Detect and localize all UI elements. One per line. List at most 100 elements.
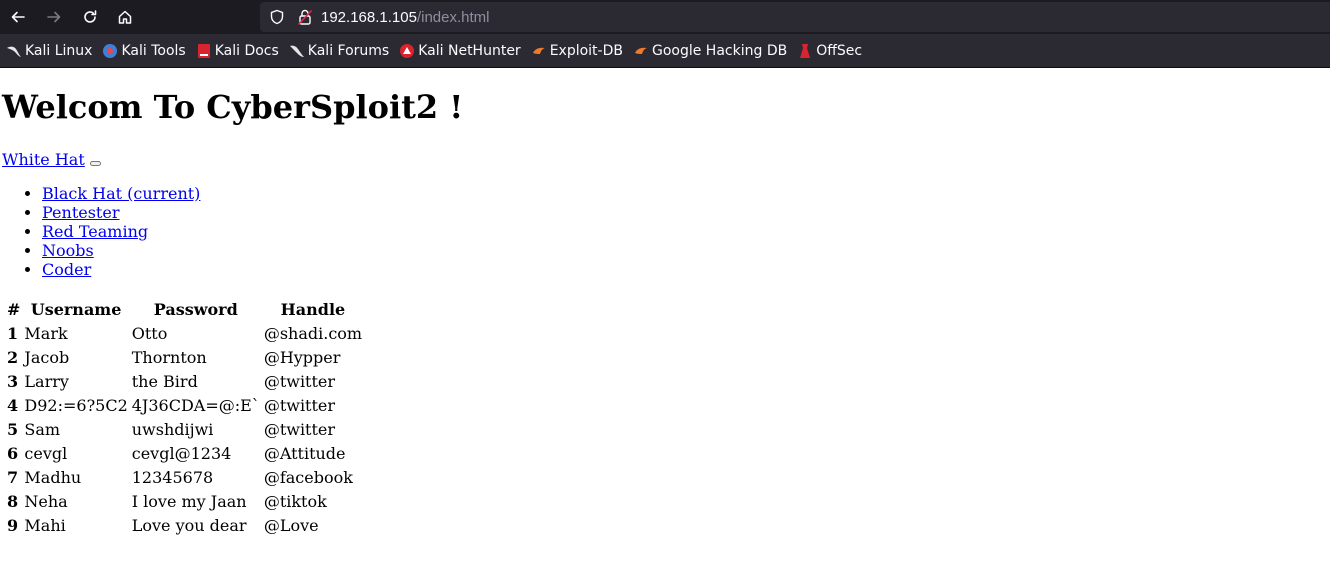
table-row: 7 Madhu 12345678 @facebook (6, 467, 363, 489)
insecure-lock-icon[interactable] (297, 8, 313, 26)
row-username: D92:=6?5C2 (24, 396, 128, 415)
back-button[interactable] (4, 3, 32, 31)
nethunter-icon (400, 43, 415, 58)
table-row: 9 Mahi Love you dear @Love (6, 515, 363, 537)
users-table: # Username Password Handle 1 Mark Otto @… (4, 297, 365, 539)
bookmark-label: Exploit-DB (549, 42, 623, 59)
table-row: 3 Larry the Bird @twitter (6, 371, 363, 393)
row-username: Mark (24, 324, 68, 343)
row-index: 5 (7, 420, 19, 439)
table-row: 5 Sam uwshdijwi @twitter (6, 419, 363, 441)
bookmark-kali-linux[interactable]: Kali Linux (6, 43, 92, 59)
url-text[interactable]: 192.168.1.105/index.html (321, 9, 489, 26)
url-path: /index.html (416, 8, 490, 26)
row-handle: @facebook (263, 468, 353, 487)
kali-docs-icon (197, 43, 210, 58)
row-index: 8 (7, 492, 19, 511)
row-handle: @Love (263, 516, 319, 535)
row-index: 6 (7, 444, 19, 463)
bookmark-exploit-db[interactable]: Exploit-DB (531, 43, 623, 59)
bookmark-label: OffSec (816, 42, 863, 59)
header-handle: Handle (280, 300, 346, 319)
page-content: Welcom To CyberSploit2 ! White Hat Black… (0, 68, 1330, 570)
nav-item: Pentester (42, 203, 200, 222)
header-password: Password (153, 300, 238, 319)
row-handle: @Attitude (263, 444, 346, 463)
nav-link-red-teaming[interactable]: Red Teaming (42, 222, 148, 241)
page-title: Welcom To CyberSploit2 ! (2, 88, 464, 126)
table-row: 1 Mark Otto @shadi.com (6, 323, 363, 345)
forward-button[interactable] (40, 3, 68, 31)
bookmark-label: Kali Forums (307, 42, 390, 59)
nav-link-pentester[interactable]: Pentester (42, 203, 119, 222)
nav-link-noobs[interactable]: Noobs (42, 241, 94, 260)
browser-toolbar: 192.168.1.105/index.html (0, 0, 1330, 34)
forward-arrow-icon (47, 11, 61, 23)
ghdb-icon (634, 47, 647, 54)
bookmark-kali-tools[interactable]: Kali Tools (102, 42, 186, 59)
row-password: Thornton (131, 348, 207, 367)
row-username: Larry (24, 372, 69, 391)
brand-link[interactable]: White Hat (2, 150, 85, 169)
row-password: Otto (131, 324, 168, 343)
row-password: 4J36CDA=@:E` (131, 396, 260, 415)
kali-tools-icon (103, 43, 118, 58)
row-username: cevgl (24, 444, 68, 463)
kali-dragon-icon (7, 46, 21, 57)
header-number: # (7, 300, 21, 319)
header-username: Username (30, 300, 122, 319)
nav-item: Noobs (42, 241, 200, 260)
row-index: 3 (7, 372, 19, 391)
row-index: 1 (7, 324, 19, 343)
row-password: uwshdijwi (131, 420, 214, 439)
bookmark-label: Kali NetHunter (418, 42, 521, 59)
nav-link-coder[interactable]: Coder (42, 260, 91, 279)
bookmark-offsec[interactable]: OffSec (797, 43, 862, 59)
home-button[interactable] (111, 3, 139, 31)
row-index: 4 (7, 396, 19, 415)
url-bar[interactable]: 192.168.1.105/index.html (260, 2, 1330, 32)
bookmark-kali-forums[interactable]: Kali Forums (289, 43, 389, 59)
bookmark-label: Kali Linux (25, 42, 93, 59)
bookmark-label: Kali Docs (214, 42, 279, 59)
table-row: 4 D92:=6?5C2 4J36CDA=@:E` @twitter (6, 395, 363, 417)
kali-forums-icon (289, 45, 304, 57)
row-handle: @shadi.com (263, 324, 363, 343)
row-password: I love my Jaan (131, 492, 247, 511)
table-row: 2 Jacob Thornton @Hypper (6, 347, 363, 369)
row-handle: @tiktok (263, 492, 327, 511)
row-password: 12345678 (131, 468, 214, 487)
bookmark-label: Google Hacking DB (651, 42, 788, 59)
row-password: Love you dear (131, 516, 247, 535)
bookmark-kali-docs[interactable]: Kali Docs (196, 43, 279, 59)
nav-link-black-hat[interactable]: Black Hat (current) (42, 184, 200, 203)
table-header-row: # Username Password Handle (6, 299, 363, 321)
row-username: Neha (24, 492, 68, 511)
url-host: 192.168.1.105 (321, 8, 417, 26)
bookmark-kali-nethunter[interactable]: Kali NetHunter (399, 42, 521, 59)
navbar-toggle-button[interactable] (90, 161, 101, 166)
row-handle: @twitter (263, 420, 336, 439)
row-handle: @twitter (263, 396, 336, 415)
row-password: the Bird (131, 372, 198, 391)
nav-item: Coder (42, 260, 200, 279)
row-handle: @twitter (263, 372, 336, 391)
offsec-icon (800, 43, 811, 58)
row-username: Sam (24, 420, 61, 439)
reload-button[interactable] (76, 3, 104, 31)
row-handle: @Hypper (263, 348, 341, 367)
bookmark-google-hacking-db[interactable]: Google Hacking DB (633, 43, 787, 59)
exploit-db-icon (532, 47, 545, 54)
row-index: 9 (7, 516, 19, 535)
home-icon (118, 10, 132, 24)
table-row: 8 Neha I love my Jaan @tiktok (6, 491, 363, 513)
bookmark-label: Kali Tools (121, 42, 186, 59)
shield-icon (270, 9, 284, 25)
row-username: Madhu (24, 468, 82, 487)
bookmarks-toolbar: Kali Linux Kali Tools Kali Docs Kali For… (0, 34, 1330, 68)
nav-item: Red Teaming (42, 222, 200, 241)
row-username: Jacob (24, 348, 70, 367)
nav-list: Black Hat (current) Pentester Red Teamin… (0, 184, 200, 279)
reload-icon (84, 10, 97, 23)
row-username: Mahi (24, 516, 66, 535)
